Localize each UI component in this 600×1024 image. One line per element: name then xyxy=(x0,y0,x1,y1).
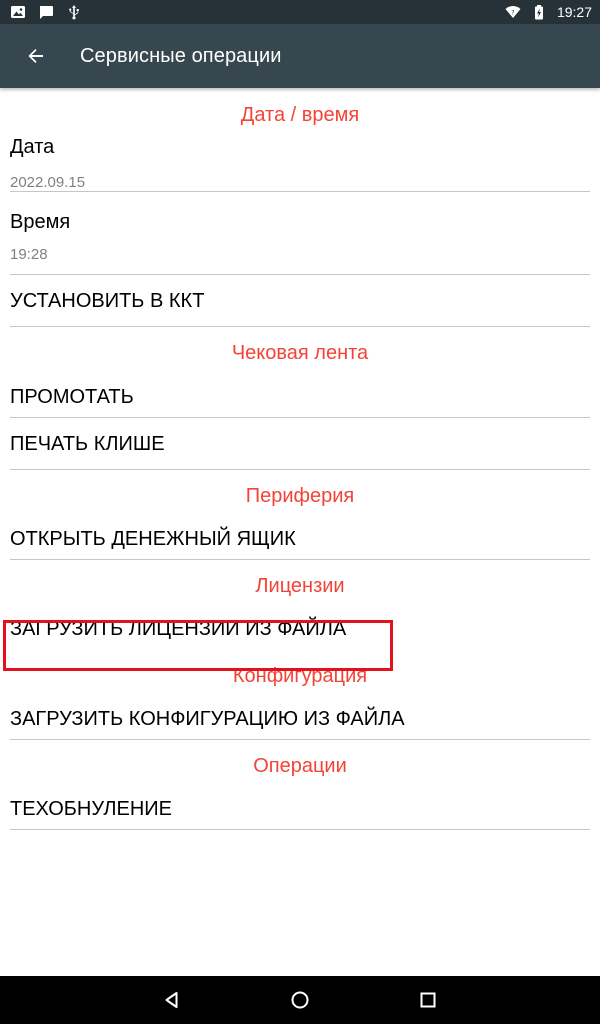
date-title: Дата xyxy=(10,136,55,158)
section-header-operations: Операции xyxy=(253,755,347,777)
home-circle-icon xyxy=(290,990,310,1010)
nav-recents-button[interactable] xyxy=(412,984,444,1016)
recents-square-icon xyxy=(418,990,438,1010)
tech-reset-label: ТЕХОБНУЛЕНИЕ xyxy=(10,798,173,820)
page-title: Сервисные операции xyxy=(80,45,282,67)
time-preference[interactable]: Время 19:28 xyxy=(10,192,590,275)
app-bar: Сервисные операции xyxy=(0,24,600,88)
load-configuration-button[interactable]: ЗАГРУЗИТЬ КОНФИГУРАЦИЮ ИЗ ФАЙЛА xyxy=(10,700,590,740)
nav-home-button[interactable] xyxy=(284,984,316,1016)
chat-icon xyxy=(38,4,54,20)
preferences-list: Дата / время Дата 2022.09.15 Время 19:28… xyxy=(0,88,600,830)
usb-icon xyxy=(66,4,82,20)
status-bar-system-icons: ? 19:27 xyxy=(505,2,592,22)
load-licenses-label: ЗАГРУЗИТЬ ЛИЦЕНЗИИ ИЗ ФАЙЛА xyxy=(10,618,347,640)
set-in-kkt-label: УСТАНОВИТЬ В ККТ xyxy=(10,290,205,312)
feed-tape-button[interactable]: ПРОМОТАТЬ xyxy=(10,377,590,418)
image-icon xyxy=(10,4,26,20)
open-cash-drawer-label: ОТКРЫТЬ ДЕНЕЖНЫЙ ЯЩИК xyxy=(10,528,296,550)
set-in-kkt-button[interactable]: УСТАНОВИТЬ В ККТ xyxy=(10,275,590,327)
print-cliche-button[interactable]: ПЕЧАТЬ КЛИШЕ xyxy=(10,418,590,470)
svg-text:?: ? xyxy=(511,10,514,17)
status-bar: ? 19:27 xyxy=(0,0,600,24)
load-configuration-label: ЗАГРУЗИТЬ КОНФИГУРАЦИЮ ИЗ ФАЙЛА xyxy=(10,708,405,730)
load-licenses-button[interactable]: ЗАГРУЗИТЬ ЛИЦЕНЗИИ ИЗ ФАЙЛА xyxy=(10,610,590,650)
battery-charging-icon xyxy=(531,4,547,20)
open-cash-drawer-button[interactable]: ОТКРЫТЬ ДЕНЕЖНЫЙ ЯЩИК xyxy=(10,520,590,560)
tech-reset-button[interactable]: ТЕХОБНУЛЕНИЕ xyxy=(10,790,590,830)
status-bar-notification-icons xyxy=(10,4,82,20)
date-value: 2022.09.15 xyxy=(10,174,86,191)
time-title: Время xyxy=(10,211,71,233)
section-header-receipt-tape: Чековая лента xyxy=(231,342,369,364)
print-cliche-label: ПЕЧАТЬ КЛИШЕ xyxy=(10,433,165,455)
date-preference[interactable]: Дата 2022.09.15 xyxy=(10,120,590,192)
nav-back-button[interactable] xyxy=(156,984,188,1016)
time-value: 19:28 xyxy=(10,246,48,263)
status-bar-time: 19:27 xyxy=(556,4,592,20)
navigation-bar xyxy=(0,976,600,1024)
back-triangle-icon xyxy=(162,990,182,1010)
feed-tape-label: ПРОМОТАТЬ xyxy=(10,386,134,408)
section-header-licenses: Лицензии xyxy=(255,575,345,597)
arrow-left-icon xyxy=(26,46,46,66)
back-button[interactable] xyxy=(16,36,56,76)
section-header-configuration: Конфигурация xyxy=(232,665,368,687)
wifi-icon: ? xyxy=(505,4,521,20)
section-header-peripherals: Периферия xyxy=(245,485,355,507)
